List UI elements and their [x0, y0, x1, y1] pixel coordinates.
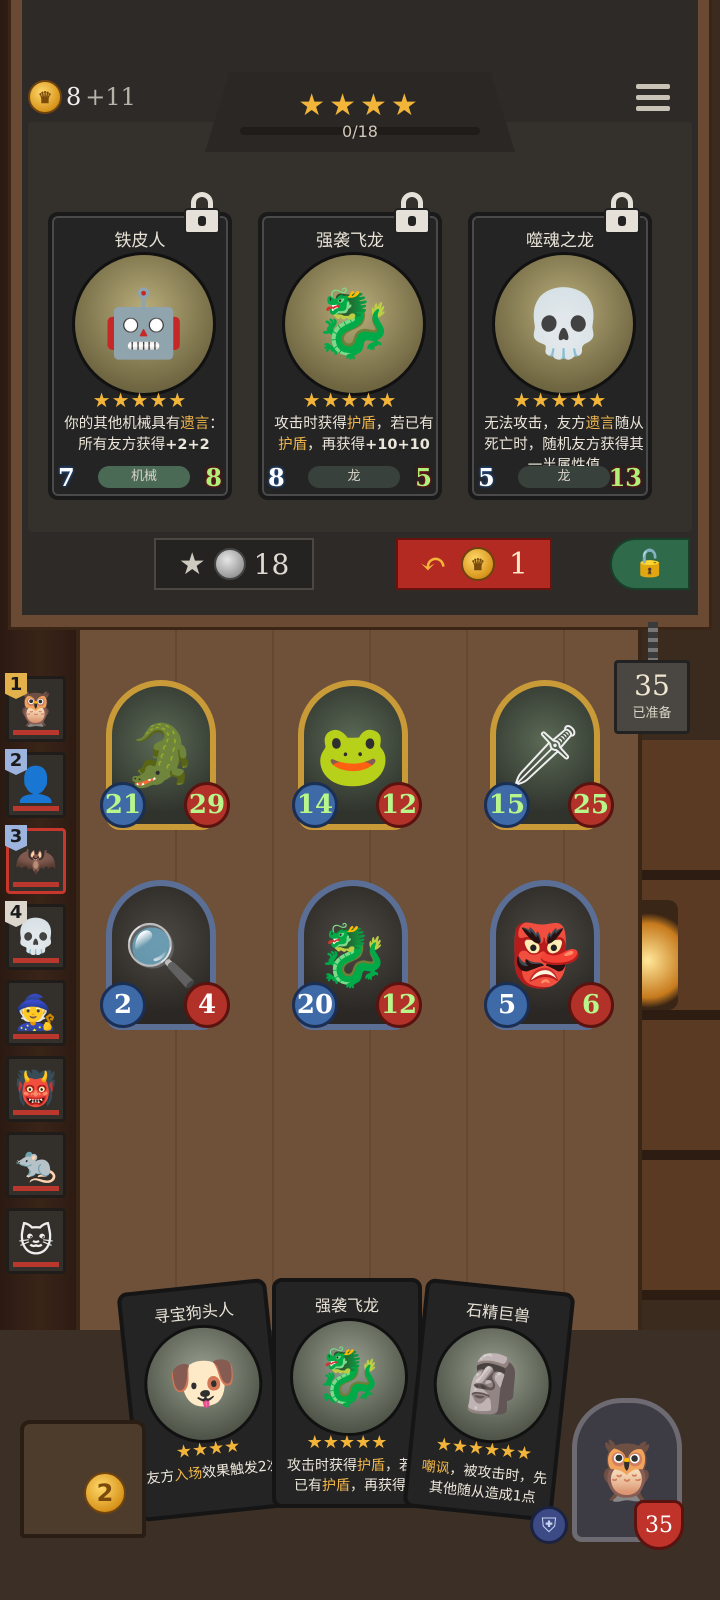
opponent-rank: 1	[5, 673, 27, 699]
unlock-icon: 🔓	[633, 549, 667, 579]
minion-health: 12	[376, 782, 422, 828]
minion-attack: 15	[484, 782, 530, 828]
minion-attack: 14	[292, 782, 338, 828]
demon-icon: 👹	[14, 1069, 58, 1109]
star-up-icon: ★	[178, 546, 206, 582]
card-attack: 8	[268, 463, 285, 492]
silver-coin-icon	[213, 548, 246, 580]
opponent-portrait[interactable]: 2 👤	[5, 749, 66, 818]
minion-health: 4	[184, 982, 230, 1028]
robot-portrait: 🤖	[72, 252, 216, 396]
opponent-portrait[interactable]: 4 💀	[5, 901, 66, 970]
opponent-rank: 3	[5, 825, 27, 851]
dragon-portrait: 🐉	[282, 252, 426, 396]
opponent-portrait[interactable]: 1 🦉	[5, 673, 66, 742]
tavern-tier-stars: ★★★★	[298, 88, 422, 123]
card-name: 噬魂之龙	[526, 231, 594, 251]
card-attack: 7	[58, 463, 75, 492]
chest-count: 2	[84, 1472, 126, 1514]
minion-health: 29	[184, 782, 230, 828]
card-description: 你的其他机械具有遗言：所有友方获得+2+2	[64, 416, 224, 453]
golem-portrait: 🗿	[427, 1319, 558, 1450]
health-bar	[13, 1262, 59, 1267]
upgrade-cost: 18	[253, 547, 290, 581]
hero-health: 35	[634, 1500, 684, 1550]
opponent-rank: 2	[5, 749, 27, 775]
card-tribe: 龙	[518, 466, 610, 488]
bookshelf	[642, 740, 720, 1300]
explorer-portrait: 🔍	[123, 920, 199, 991]
card-stars: ★★★★★	[92, 388, 188, 412]
hand-card[interactable]: 石精巨兽 🗿 ★★★★★★ 嘲讽，被攻击时，先其他随从造成1点	[402, 1277, 576, 1523]
card-health: 5	[415, 463, 432, 492]
card-attack: 5	[478, 463, 495, 492]
minion-attack: 5	[484, 982, 530, 1028]
card-tribe: 龙	[308, 466, 400, 488]
card-description: 攻击时获得护盾，若已有护盾，再获得+10+10	[274, 416, 434, 453]
ready-count: 35	[634, 669, 670, 702]
minion-health: 6	[568, 982, 614, 1028]
wizard-icon: 🧙	[14, 993, 58, 1033]
gold-coin-icon: ♛	[460, 547, 495, 581]
treasure-chest[interactable]	[20, 1420, 146, 1538]
health-bar	[13, 882, 59, 887]
goblin-portrait: 👺	[507, 920, 583, 991]
shop-card[interactable]: 铁皮人 🤖 ★★★★★ 你的其他机械具有遗言：所有友方获得+2+2 机械 7 8	[48, 192, 232, 500]
upgrade-tavern-button[interactable]: ★ 18	[154, 538, 314, 590]
minion-health: 12	[376, 982, 422, 1028]
opponent-portrait[interactable]: 🧙	[6, 980, 66, 1046]
card-health: 8	[205, 463, 222, 492]
refresh-button[interactable]: ↶ ♛ 1	[396, 538, 552, 590]
menu-icon[interactable]	[636, 84, 670, 114]
ready-label: 已准备	[632, 706, 672, 721]
dragon-portrait: 🐉	[315, 920, 391, 991]
health-bar	[13, 1186, 59, 1191]
refresh-cost: 1	[508, 546, 528, 582]
card-stars: ★★★★★	[306, 1432, 388, 1453]
dog-portrait: 🐶	[138, 1319, 269, 1449]
frog-portrait: 🐸	[315, 720, 391, 791]
hand-card[interactable]: 强袭飞龙 🐉 ★★★★★ 攻击时获得护盾，若已有护盾，再获得	[272, 1278, 422, 1508]
card-name: 强袭飞龙	[314, 1296, 379, 1315]
card-tribe: 机械	[98, 466, 190, 488]
minion-attack: 2	[100, 982, 146, 1028]
card-health: 13	[608, 463, 642, 492]
opponent-portrait[interactable]: 🐱	[6, 1208, 66, 1274]
rat-icon: 🐀	[14, 1145, 58, 1185]
freeze-button[interactable]: 🔓	[610, 538, 690, 590]
crocodile-wizard-portrait: 🐊	[123, 720, 199, 791]
skull-dragon-portrait: 💀	[492, 252, 636, 396]
refresh-icon: ↶	[420, 545, 447, 583]
health-bar	[13, 806, 59, 811]
card-name: 铁皮人	[114, 231, 166, 251]
card-name: 强袭飞龙	[316, 231, 384, 251]
health-bar	[13, 1034, 59, 1039]
chain	[648, 622, 658, 664]
shop-card[interactable]: 强袭飞龙 🐉 ★★★★★ 攻击时获得护盾，若已有护盾，再获得+10+10 龙 8…	[258, 192, 442, 500]
health-bar	[13, 1110, 59, 1115]
knight-portrait: 🗡	[506, 720, 584, 791]
minion-attack: 20	[292, 982, 338, 1028]
health-bar	[13, 730, 59, 735]
opponent-rank: 4	[5, 901, 27, 927]
card-stars: ★★★★★	[302, 388, 398, 412]
tier-progress-text: 0/18	[342, 122, 378, 141]
opponent-portrait[interactable]: 👹	[6, 1056, 66, 1122]
card-stars: ★★★★★	[512, 388, 608, 412]
opponent-portrait[interactable]: 🐀	[6, 1132, 66, 1198]
cat-icon: 🐱	[18, 1221, 54, 1261]
shop-card[interactable]: 噬魂之龙 💀 ★★★★★ 无法攻击，友方遗言随从死亡时，随机友方获得其一半属性值…	[468, 192, 652, 500]
opponent-portrait[interactable]: 3 🦇	[5, 825, 66, 894]
dragon-portrait: 🐉	[290, 1318, 408, 1436]
minion-attack: 21	[100, 782, 146, 828]
health-bar	[13, 958, 59, 963]
minion-health: 25	[568, 782, 614, 828]
ready-counter: 35 已准备	[614, 660, 690, 734]
card-description: 攻击时获得护盾，若已有护盾，再获得	[287, 1458, 413, 1494]
shield-icon[interactable]: ⛨	[530, 1506, 568, 1544]
